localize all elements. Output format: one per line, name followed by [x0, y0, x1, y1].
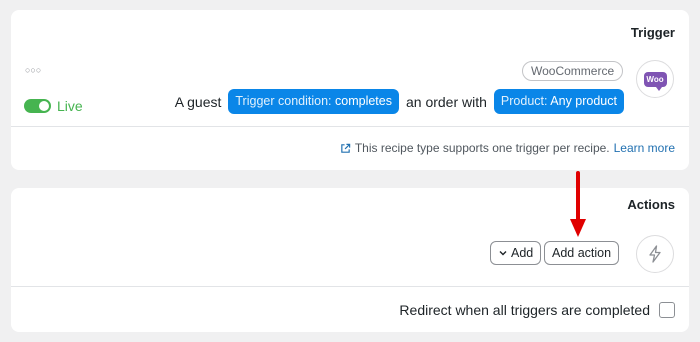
woocommerce-icon: Woo [636, 60, 674, 98]
dots-menu-icon[interactable]: ○○○ [25, 65, 41, 75]
token-value: completes [335, 94, 392, 108]
actions-panel-title: Actions [627, 197, 675, 212]
learn-more-link[interactable]: Learn more [614, 141, 675, 155]
redirect-option: Redirect when all triggers are completed [399, 302, 675, 318]
token-label: Trigger condition: [235, 94, 332, 108]
redirect-checkbox[interactable] [659, 302, 675, 318]
add-action-button[interactable]: Add action [544, 241, 620, 265]
trigger-limit-note: This recipe type supports one trigger pe… [340, 141, 675, 155]
add-dropdown-button[interactable]: Add [490, 241, 542, 265]
divider [11, 126, 689, 127]
annotation-arrow-icon [570, 171, 586, 237]
woocommerce-logo-text: Woo [643, 71, 667, 91]
bolt-icon [636, 235, 674, 273]
trigger-condition-token[interactable]: Trigger condition: completes [228, 89, 399, 114]
external-link-icon [341, 143, 351, 153]
trigger-panel: Trigger ○○○ Live WooCommerce A guest Tri… [11, 10, 689, 170]
toggle-switch-icon[interactable] [24, 99, 51, 113]
product-token[interactable]: Product: Any product [493, 89, 624, 114]
live-status-label: Live [57, 98, 83, 114]
trigger-panel-title: Trigger [630, 25, 675, 40]
chevron-down-icon [499, 251, 507, 256]
integration-tag: WooCommerce [522, 61, 624, 81]
trigger-note-text: This recipe type supports one trigger pe… [354, 141, 610, 155]
divider [11, 286, 689, 287]
live-toggle[interactable]: Live [24, 98, 83, 114]
add-button-label: Add [511, 246, 534, 260]
add-action-label: Add action [552, 246, 612, 260]
sentence-middle: an order with [405, 93, 487, 110]
bolt-icon-glyph [649, 245, 661, 263]
token-label: Product: [500, 94, 548, 108]
sentence-prefix: A guest [174, 93, 222, 110]
token-value: Any product [550, 94, 617, 108]
redirect-label: Redirect when all triggers are completed [399, 302, 650, 318]
trigger-sentence: A guest Trigger condition: completes an … [175, 89, 624, 114]
